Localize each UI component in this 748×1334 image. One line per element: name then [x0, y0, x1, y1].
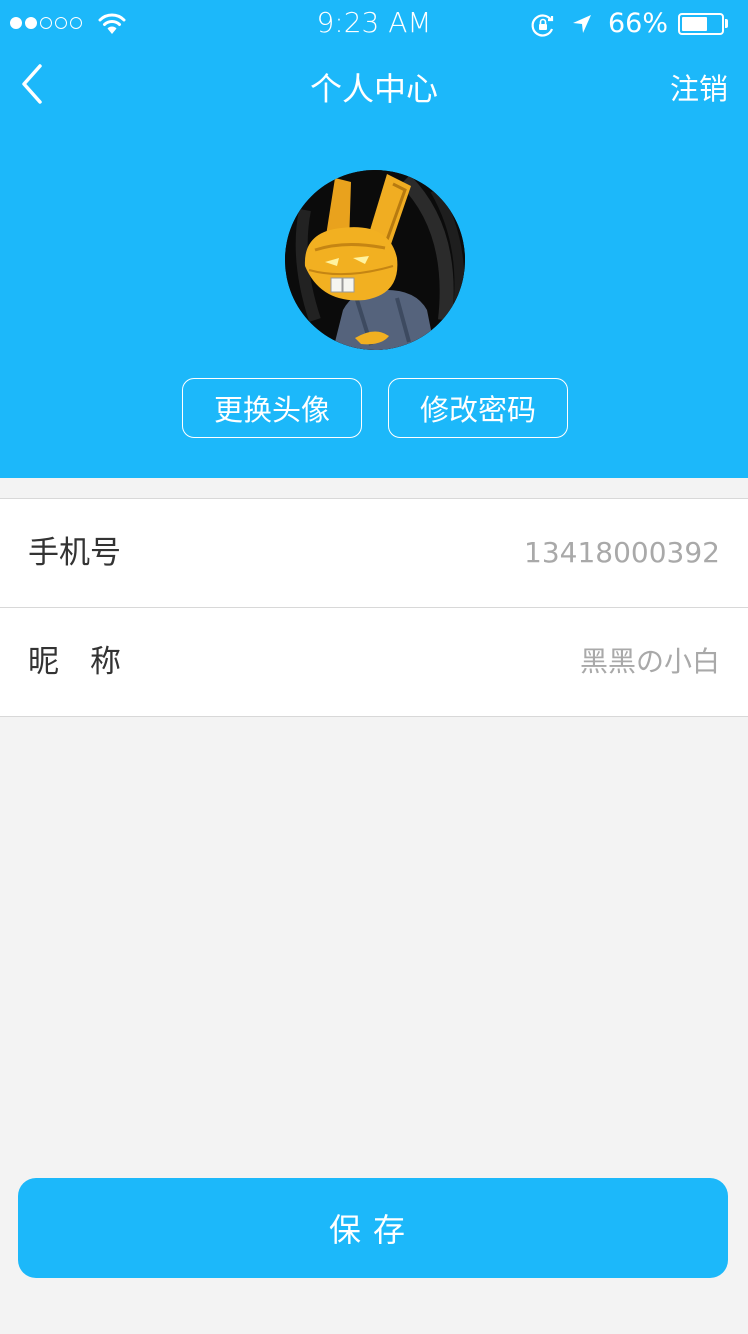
battery-icon	[678, 13, 724, 35]
change-password-button[interactable]: 修改密码	[388, 378, 568, 438]
rotation-lock-icon	[531, 14, 554, 37]
logout-button[interactable]: 注销	[670, 66, 728, 108]
avatar-image	[285, 170, 465, 350]
status-bar: 9:23 AM 66%	[0, 0, 748, 50]
battery-tip	[725, 19, 728, 28]
profile-header: 9:23 AM 66% 个人中心 注销 更换头像 修改密码	[0, 0, 748, 478]
nickname-label: 昵 称	[28, 644, 121, 680]
phone-value: 13418000392	[524, 536, 720, 569]
save-button[interactable]: 保存	[18, 1178, 728, 1278]
avatar[interactable]	[285, 170, 465, 350]
phone-row[interactable]: 手机号 13418000392	[0, 499, 748, 607]
profile-field-list: 手机号 13418000392 昵 称 黑黑の小白	[0, 498, 748, 717]
page-title: 个人中心	[309, 70, 438, 108]
location-arrow-icon	[573, 15, 591, 33]
change-avatar-button[interactable]: 更换头像	[182, 378, 362, 438]
nickname-value: 黑黑の小白	[579, 645, 720, 678]
phone-label: 手机号	[28, 535, 121, 571]
nickname-row[interactable]: 昵 称 黑黑の小白	[0, 607, 748, 716]
battery-percent: 66%	[608, 8, 669, 39]
